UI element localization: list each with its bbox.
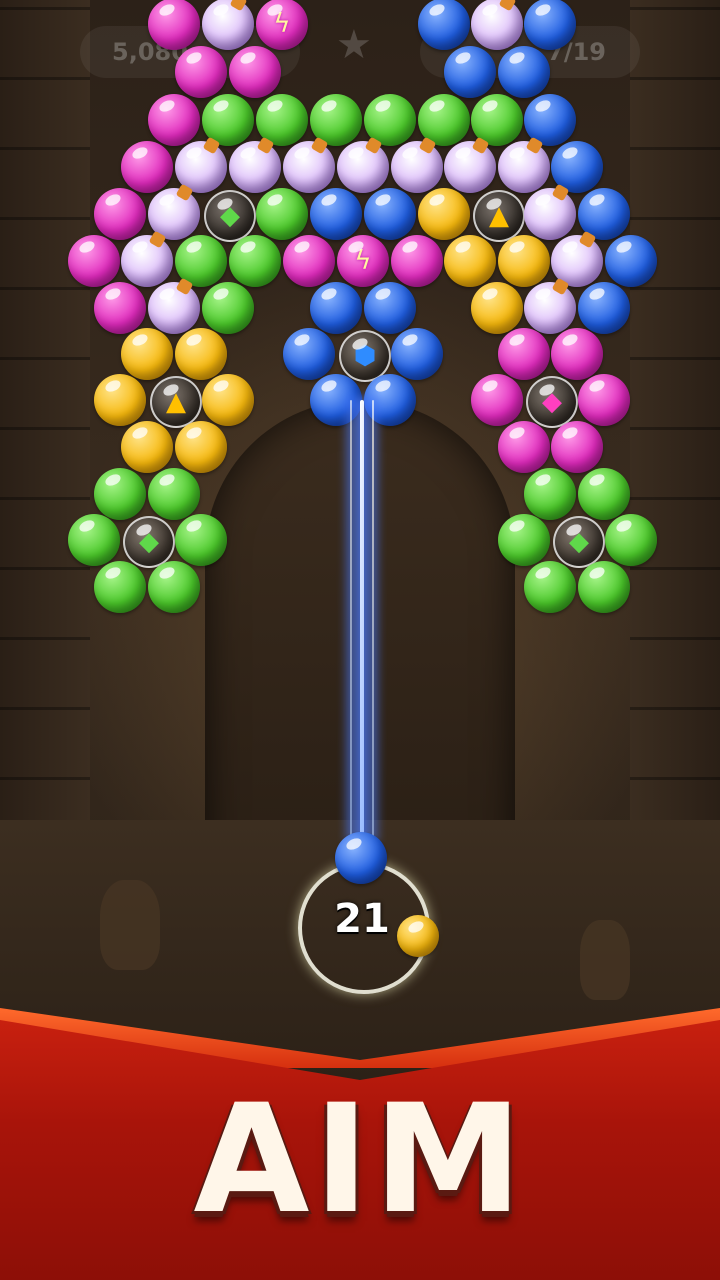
bubble-green	[605, 514, 657, 566]
bubble-pink	[229, 46, 281, 98]
bubble-green	[148, 561, 200, 613]
bubble-green	[68, 514, 120, 566]
potion-bubble	[121, 235, 173, 287]
bubble-green	[578, 561, 630, 613]
bubble-yellow	[418, 188, 470, 240]
bubble-yellow	[471, 282, 523, 334]
bubble-pink	[175, 46, 227, 98]
lightning-icon: ϟ	[273, 8, 291, 39]
bubble-pink	[148, 94, 200, 146]
bubble-pink	[94, 282, 146, 334]
potion-bubble	[471, 0, 523, 50]
bubble-pink	[94, 188, 146, 240]
gem-blue-icon: ⬢	[353, 341, 377, 371]
gem-pink-bubble: ◆	[526, 376, 578, 428]
gem-green-bubble: ◆	[553, 516, 605, 568]
game-scene[interactable]: 5,080 ★ 7/19 ϟ ◆ ▲ ϟ ⬢ ▲ ◆ ◆ ◆ 21 AIM	[0, 0, 720, 1280]
loaded-bubble-blue[interactable]	[335, 832, 387, 884]
bubble-pink	[148, 0, 200, 50]
potion-bubble	[444, 141, 496, 193]
bubble-green	[256, 188, 308, 240]
potion-bubble	[202, 0, 254, 50]
potion-bubble	[498, 141, 550, 193]
potion-bubble	[283, 141, 335, 193]
bubble-yellow	[94, 374, 146, 426]
star-icon: ★	[336, 22, 372, 68]
bubble-blue	[578, 282, 630, 334]
gem-pink-icon: ◆	[542, 387, 562, 417]
bubble-yellow	[202, 374, 254, 426]
bubble-blue	[364, 282, 416, 334]
bubble-blue	[310, 282, 362, 334]
bubble-yellow	[121, 421, 173, 473]
bubble-green	[498, 514, 550, 566]
bubble-blue	[444, 46, 496, 98]
bubble-green	[524, 468, 576, 520]
bubble-green	[578, 468, 630, 520]
potion-bubble	[148, 282, 200, 334]
bubble-pink	[283, 235, 335, 287]
bubble-blue	[418, 0, 470, 50]
bubble-pink	[498, 328, 550, 380]
potion-bubble	[229, 141, 281, 193]
aim-trajectory-line	[372, 400, 374, 840]
bubble-pink	[68, 235, 120, 287]
bubble-green	[229, 235, 281, 287]
bubble-green	[94, 468, 146, 520]
bubble-pink	[121, 141, 173, 193]
bubble-blue	[524, 0, 576, 50]
bubble-yellow	[498, 235, 550, 287]
vase-decoration-right	[580, 920, 630, 1000]
lightning-bubble: ϟ	[337, 235, 389, 287]
gem-yellow-bubble: ▲	[150, 376, 202, 428]
vase-decoration-left	[100, 880, 160, 970]
bubble-pink	[551, 328, 603, 380]
potion-bubble	[391, 141, 443, 193]
bubble-pink	[498, 421, 550, 473]
potion-bubble	[337, 141, 389, 193]
gem-yellow-icon: ▲	[489, 201, 509, 231]
bubble-blue	[391, 328, 443, 380]
bubble-green	[94, 561, 146, 613]
bubble-blue	[283, 328, 335, 380]
bubble-yellow	[175, 421, 227, 473]
gem-yellow-bubble: ▲	[473, 190, 525, 242]
bubble-blue	[364, 188, 416, 240]
gem-green-bubble: ◆	[123, 516, 175, 568]
bubble-pink	[578, 374, 630, 426]
bubble-green	[202, 282, 254, 334]
aim-trajectory-line	[360, 400, 364, 840]
gem-green-icon: ◆	[569, 527, 589, 557]
aim-trajectory-line	[350, 400, 352, 840]
bubble-blue	[310, 374, 362, 426]
gem-green-bubble: ◆	[204, 190, 256, 242]
bubble-pink	[471, 374, 523, 426]
next-bubble-yellow[interactable]	[397, 915, 439, 957]
bubble-blue	[605, 235, 657, 287]
gem-yellow-icon: ▲	[166, 387, 186, 417]
bubble-yellow	[444, 235, 496, 287]
bubble-yellow	[121, 328, 173, 380]
bubble-blue	[310, 188, 362, 240]
bubble-green	[148, 468, 200, 520]
banner-title: AIM	[193, 1073, 527, 1247]
lightning-bubble: ϟ	[256, 0, 308, 50]
bubble-green	[524, 561, 576, 613]
bubble-pink	[391, 235, 443, 287]
potion-bubble	[524, 282, 576, 334]
bubble-green	[175, 514, 227, 566]
bubble-blue	[498, 46, 550, 98]
gem-green-icon: ◆	[139, 527, 159, 557]
gem-green-icon: ◆	[220, 201, 240, 231]
bubble-yellow	[175, 328, 227, 380]
bubble-pink	[551, 421, 603, 473]
potion-bubble	[524, 188, 576, 240]
lightning-icon: ϟ	[354, 245, 372, 276]
